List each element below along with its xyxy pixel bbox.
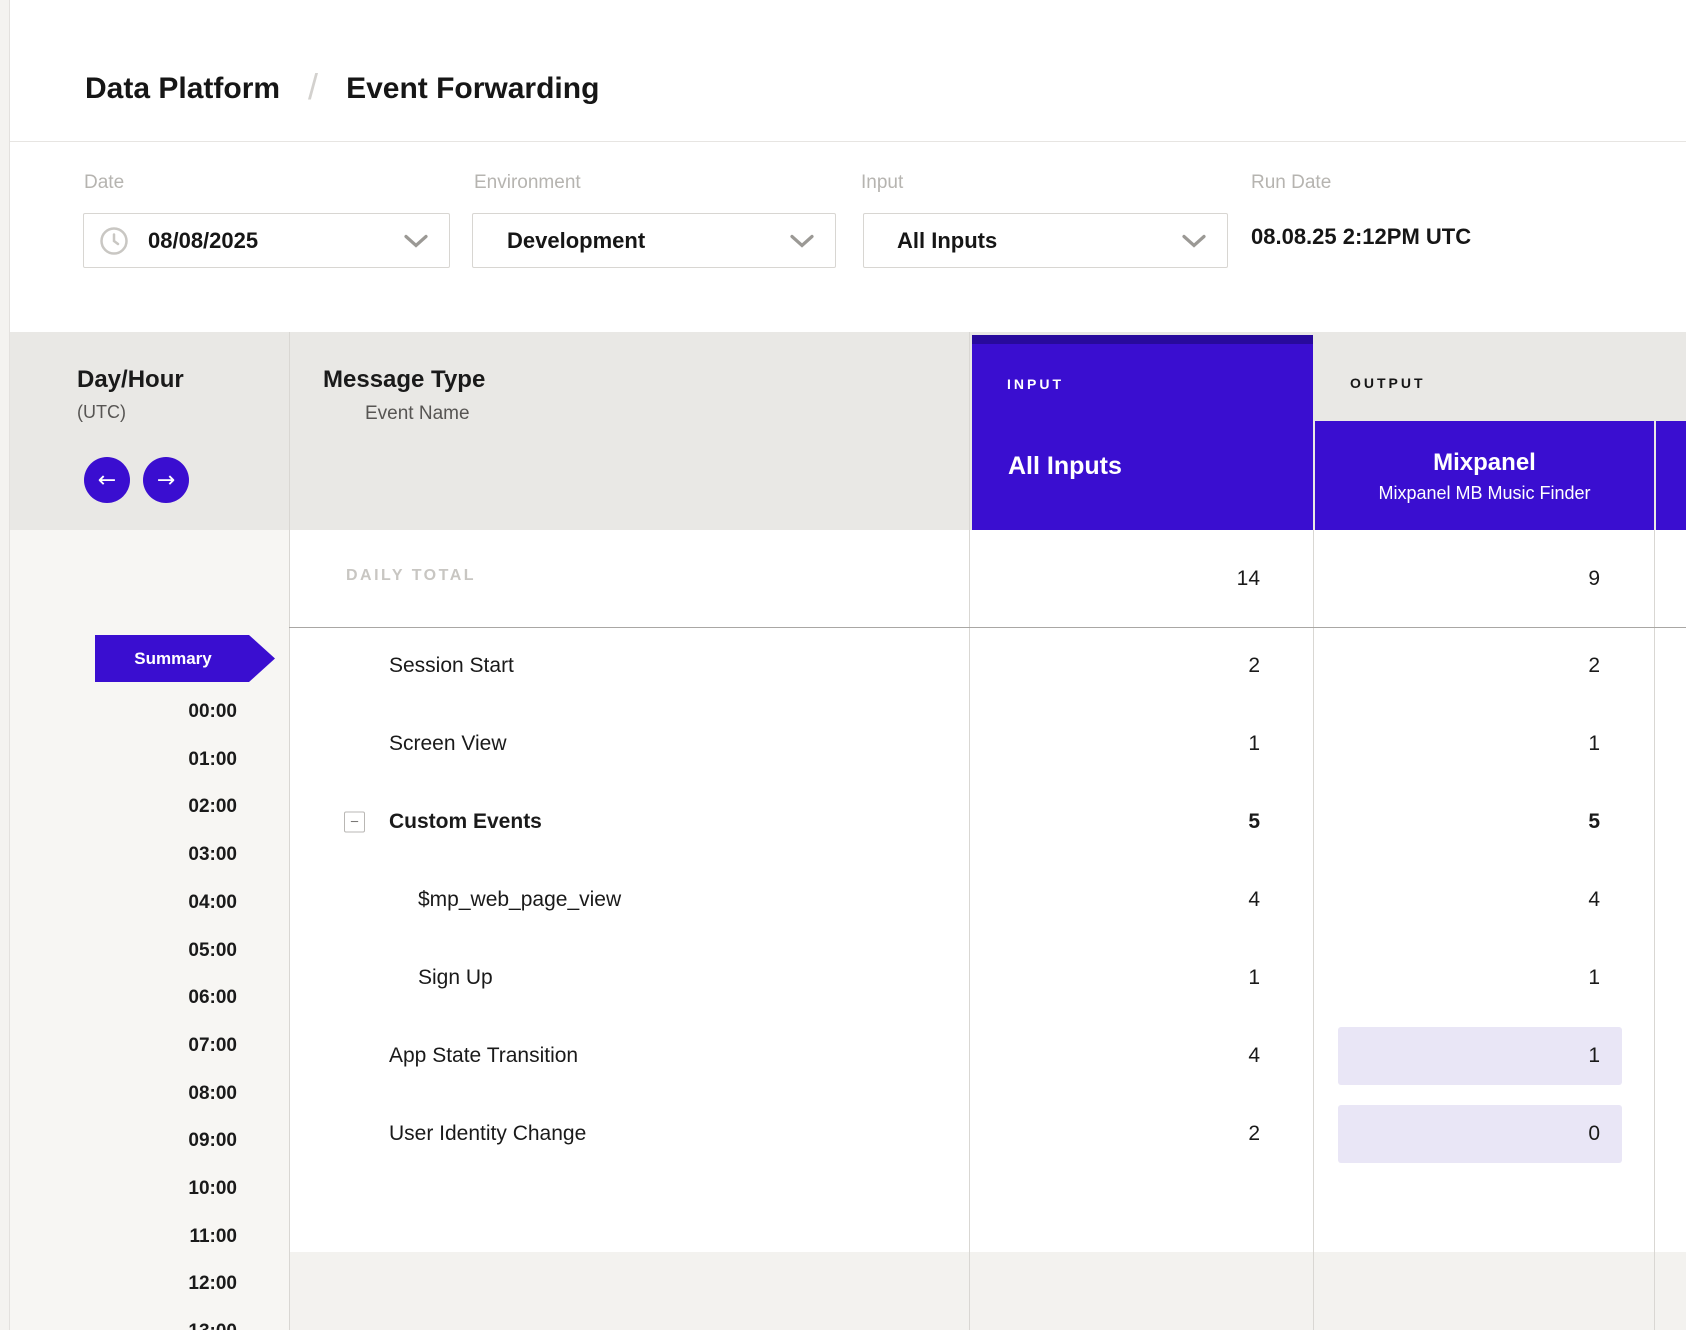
- table-row: Sign Up 1 1: [289, 939, 1686, 1017]
- row-label: Sign Up: [418, 966, 493, 990]
- output-column-header-next-partial[interactable]: [1656, 421, 1686, 530]
- page-title: Event Forwarding: [346, 72, 599, 106]
- window-edge: [0, 0, 10, 1330]
- input-filter-label: Input: [861, 172, 903, 194]
- filter-bar: Date 08/08/2025 Environment Development …: [0, 142, 1686, 332]
- row-input-value: 2: [1248, 1122, 1260, 1146]
- table-row: Screen View 1 1: [289, 705, 1686, 783]
- day-hour-timezone: (UTC): [77, 402, 126, 423]
- hour-item[interactable]: 07:00: [77, 1035, 237, 1057]
- environment-select[interactable]: Development: [472, 213, 836, 268]
- breadcrumb: Data Platform / Event Forwarding: [85, 68, 599, 110]
- row-input-value: 4: [1248, 888, 1260, 912]
- clock-icon: [99, 226, 129, 256]
- hour-item[interactable]: 13:00: [77, 1321, 237, 1330]
- day-hour-title: Day/Hour: [77, 366, 184, 394]
- row-output-value: 1: [1588, 732, 1600, 756]
- event-name-subheader: Event Name: [365, 403, 470, 425]
- arrow-right-icon: →: [157, 468, 175, 493]
- event-forwarding-screen: Data Platform / Event Forwarding Date 08…: [0, 0, 1686, 1330]
- hour-item[interactable]: 03:00: [77, 844, 237, 866]
- row-input-value: 5: [1248, 810, 1260, 834]
- date-picker[interactable]: 08/08/2025: [83, 213, 450, 268]
- input-select[interactable]: All Inputs: [863, 213, 1228, 268]
- hour-item[interactable]: 02:00: [77, 796, 237, 818]
- environment-filter-label: Environment: [474, 172, 581, 194]
- row-input-value: 4: [1248, 1044, 1260, 1068]
- previous-day-button[interactable]: ←: [84, 457, 130, 503]
- hour-item[interactable]: 00:00: [77, 701, 237, 723]
- next-day-button[interactable]: →: [143, 457, 189, 503]
- chevron-down-icon: [1181, 233, 1207, 248]
- daily-total-divider: [289, 627, 1686, 628]
- row-label: $mp_web_page_view: [418, 888, 621, 912]
- table-row: − Custom Events 5 5: [289, 783, 1686, 861]
- row-output-value: 1: [1588, 1044, 1600, 1068]
- table-row: $mp_web_page_view 4 4: [289, 861, 1686, 939]
- table-row: User Identity Change 2 0: [289, 1095, 1686, 1173]
- output-column-name: Mixpanel: [1315, 449, 1654, 477]
- environment-value: Development: [507, 228, 645, 254]
- row-label: Screen View: [389, 732, 507, 756]
- row-input-value: 2: [1248, 654, 1260, 678]
- hour-item[interactable]: 08:00: [77, 1083, 237, 1105]
- hour-item[interactable]: 04:00: [77, 892, 237, 914]
- row-output-value: 2: [1588, 654, 1600, 678]
- table-row: App State Transition 4 1: [289, 1017, 1686, 1095]
- chevron-down-icon: [403, 233, 429, 248]
- run-date-value: 08.08.25 2:12PM UTC: [1251, 224, 1471, 250]
- arrow-left-icon: ←: [98, 468, 116, 493]
- collapse-toggle-icon[interactable]: −: [344, 812, 365, 833]
- table-row: Session Start 2 2: [289, 627, 1686, 705]
- input-group-label: INPUT: [1007, 376, 1064, 392]
- date-filter-label: Date: [84, 172, 124, 194]
- run-date-label: Run Date: [1251, 172, 1331, 194]
- output-column-subtitle: Mixpanel MB Music Finder: [1315, 483, 1654, 504]
- date-value: 08/08/2025: [148, 228, 258, 254]
- output-group-label: OUTPUT: [1350, 375, 1426, 391]
- highlighted-output-cell: 0: [1338, 1105, 1622, 1163]
- message-type-header: Message Type: [323, 366, 485, 394]
- row-input-value: 1: [1248, 732, 1260, 756]
- summary-badge[interactable]: Summary: [95, 635, 275, 682]
- daily-total-output-value: 9: [1588, 567, 1600, 591]
- hour-item[interactable]: 05:00: [77, 940, 237, 962]
- daily-total-label: DAILY TOTAL: [346, 567, 476, 585]
- summary-label: Summary: [134, 649, 211, 669]
- hour-item[interactable]: 09:00: [77, 1130, 237, 1152]
- top-bar: Data Platform / Event Forwarding: [0, 0, 1686, 142]
- row-output-value: 1: [1588, 966, 1600, 990]
- breadcrumb-section[interactable]: Data Platform: [85, 72, 280, 106]
- row-label: App State Transition: [389, 1044, 578, 1068]
- hour-item[interactable]: 01:00: [77, 749, 237, 771]
- hour-item[interactable]: 11:00: [77, 1226, 237, 1248]
- row-output-value: 4: [1588, 888, 1600, 912]
- row-label: Custom Events: [389, 810, 542, 834]
- input-value: All Inputs: [897, 228, 997, 254]
- input-column-name: All Inputs: [1008, 452, 1122, 481]
- input-column-header[interactable]: INPUT All Inputs: [972, 335, 1313, 530]
- chevron-down-icon: [789, 233, 815, 248]
- breadcrumb-separator-icon: /: [308, 66, 318, 108]
- row-label: User Identity Change: [389, 1122, 586, 1146]
- row-input-value: 1: [1248, 966, 1260, 990]
- highlighted-output-cell: 1: [1338, 1027, 1622, 1085]
- row-output-value: 0: [1588, 1122, 1600, 1146]
- output-column-header-mixpanel[interactable]: Mixpanel Mixpanel MB Music Finder: [1315, 421, 1654, 530]
- hour-item[interactable]: 12:00: [77, 1273, 237, 1295]
- table-footer-band: [289, 1252, 1686, 1330]
- hour-item[interactable]: 06:00: [77, 987, 237, 1009]
- daily-total-input-value: 14: [1237, 567, 1260, 591]
- hour-item[interactable]: 10:00: [77, 1178, 237, 1200]
- row-output-value: 5: [1588, 810, 1600, 834]
- daily-total-row: DAILY TOTAL 14 9: [289, 530, 1686, 627]
- row-label: Session Start: [389, 654, 514, 678]
